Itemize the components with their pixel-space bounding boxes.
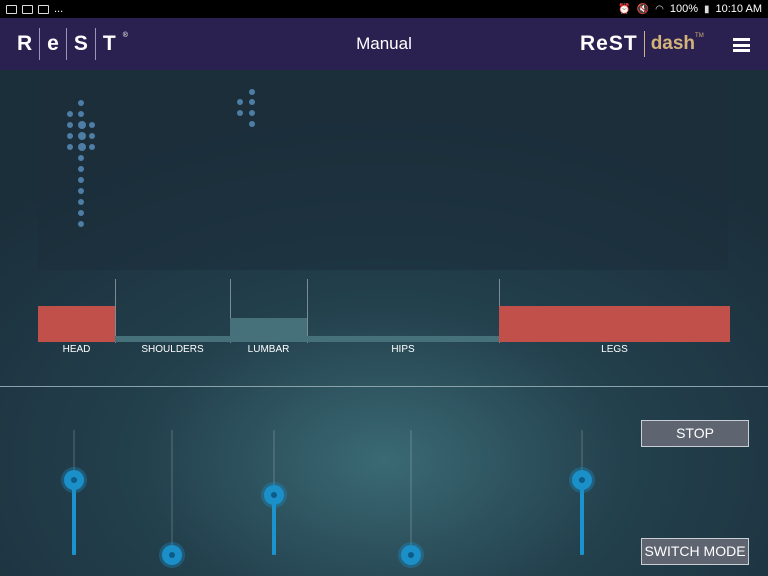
- battery-percent: 100%: [669, 3, 698, 15]
- slider-knob[interactable]: [572, 470, 592, 490]
- brand-dash: dash: [650, 33, 696, 54]
- pressure-dot: [78, 121, 86, 129]
- slider-knob[interactable]: [401, 545, 421, 565]
- brand-separator: [643, 31, 645, 57]
- zone-label-hips: HIPS: [391, 344, 415, 355]
- pressure-dot: [249, 110, 255, 116]
- app-bar: R e S T ® Manual ReST dash TM: [0, 18, 768, 70]
- pressure-dot: [249, 121, 255, 127]
- slider-knob-center: [71, 477, 77, 483]
- image-icon: [6, 4, 17, 14]
- slider-knob-center: [271, 492, 277, 498]
- pressure-dot: [249, 99, 255, 105]
- mute-icon: 🔇: [636, 3, 650, 15]
- hamburger-icon[interactable]: [733, 38, 750, 52]
- stop-button[interactable]: STOP: [641, 420, 749, 447]
- pressure-dot: [89, 144, 95, 150]
- zone-label-head: HEAD: [62, 344, 91, 355]
- zone-bar-lumbar: [230, 318, 307, 342]
- notification-icons: ...: [6, 3, 63, 15]
- slider-fill: [72, 480, 76, 555]
- pressure-dot: [89, 133, 95, 139]
- pressure-dot: [237, 110, 243, 116]
- rest-dash-logo: ReST dash TM: [580, 30, 704, 58]
- pressure-dot: [78, 221, 84, 227]
- zone-label-shoulders: SHOULDERS: [141, 344, 204, 355]
- pressure-dot: [67, 144, 73, 150]
- pressure-dot: [78, 188, 84, 194]
- zone-label-legs: LEGS: [601, 344, 628, 355]
- pressure-map: [38, 80, 728, 270]
- pressure-dot: [237, 99, 243, 105]
- trademark: TM: [695, 33, 704, 39]
- pressure-dot: [78, 199, 84, 205]
- slider-knob-center: [169, 552, 175, 558]
- pressure-dot: [249, 89, 255, 95]
- slider-track: [410, 430, 412, 555]
- wifi-icon: ◠: [655, 3, 664, 15]
- pressure-dot: [78, 177, 84, 183]
- more-notifications: ...: [54, 3, 64, 15]
- pressure-dot: [67, 133, 73, 139]
- pressure-dot: [78, 100, 84, 106]
- pressure-dot: [78, 111, 84, 117]
- zone-bar-legs: [499, 306, 730, 342]
- zone-bar-head: [38, 306, 115, 342]
- slider-knob-center: [579, 477, 585, 483]
- pressure-dot: [78, 166, 84, 172]
- pressure-dot: [67, 122, 73, 128]
- brand-rest: ReST: [580, 32, 638, 55]
- alarm-icon: ⏰: [618, 3, 631, 15]
- zone-label-lumbar: LUMBAR: [247, 344, 290, 355]
- pressure-dot: [78, 143, 86, 151]
- video-icon: [38, 4, 49, 14]
- zone-bar-hips: [307, 336, 499, 342]
- zone-divider: [307, 279, 308, 343]
- slider-knob[interactable]: [264, 485, 284, 505]
- clock: 10:10 AM: [715, 3, 762, 15]
- zone-divider: [115, 279, 116, 343]
- battery-icon: ▮: [704, 3, 710, 15]
- pressure-dot: [78, 210, 84, 216]
- system-icons: ⏰ 🔇 ◠ 100% ▮ 10:10 AM: [618, 3, 762, 15]
- slider-track: [171, 430, 173, 555]
- slider-knob[interactable]: [162, 545, 182, 565]
- gallery-icon: [22, 4, 33, 14]
- pressure-dot: [78, 155, 84, 161]
- switch-mode-button[interactable]: SWITCH MODE: [641, 538, 749, 565]
- status-bar: ... ⏰ 🔇 ◠ 100% ▮ 10:10 AM: [0, 0, 768, 18]
- section-divider: [0, 386, 768, 387]
- zone-bar-shoulders: [115, 336, 230, 342]
- slider-knob[interactable]: [64, 470, 84, 490]
- slider-knob-center: [408, 552, 414, 558]
- slider-fill: [580, 480, 584, 555]
- pressure-dot: [89, 122, 95, 128]
- pressure-dot: [78, 132, 86, 140]
- pressure-dot: [67, 111, 73, 117]
